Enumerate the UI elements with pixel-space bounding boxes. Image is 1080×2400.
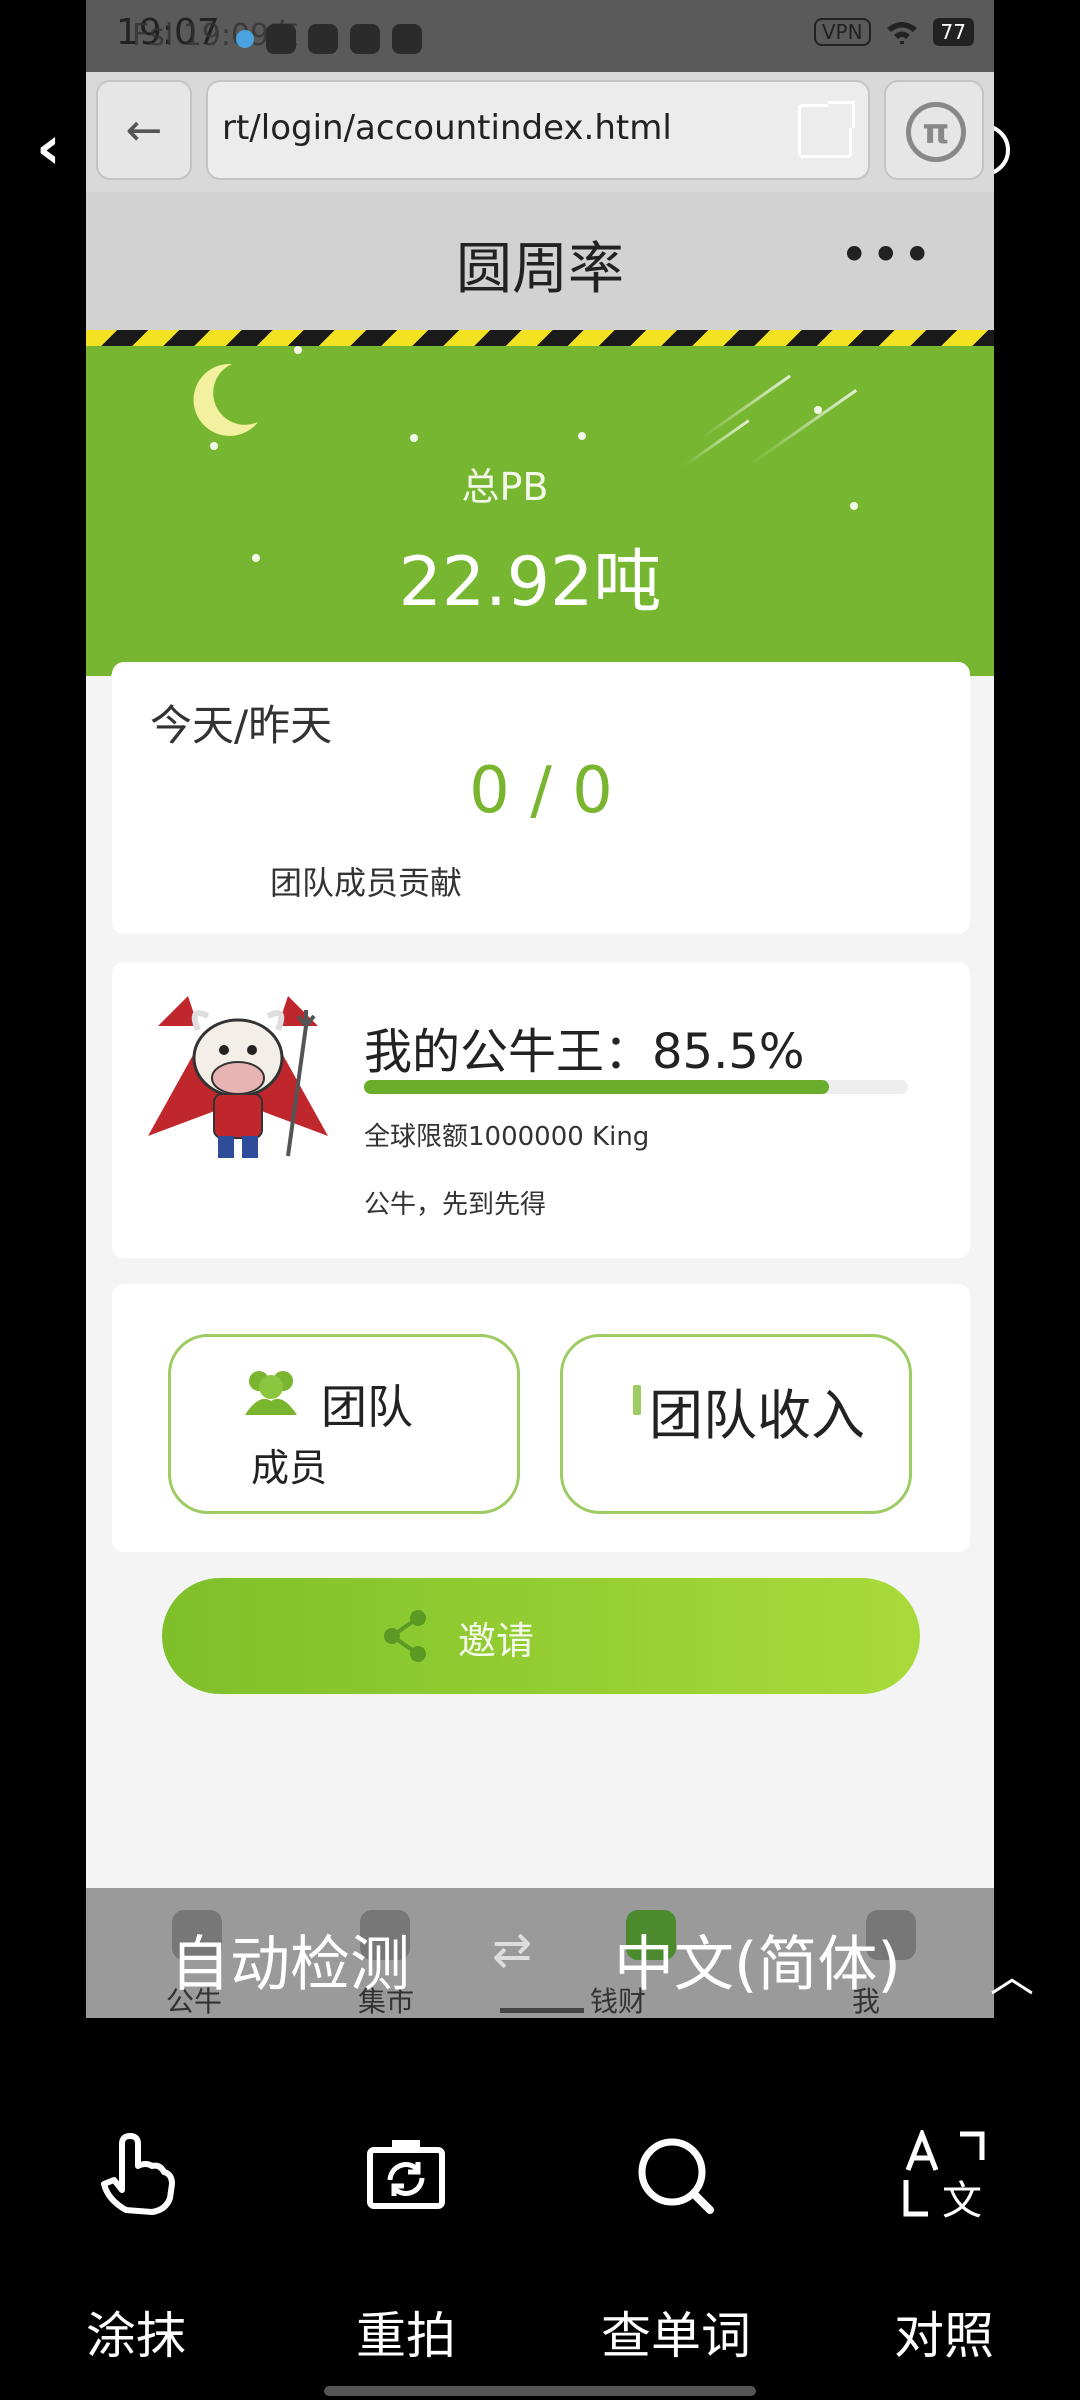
more-menu-button[interactable]: •••	[840, 226, 934, 284]
battery-level: 77	[932, 18, 974, 46]
bull-king-progress-fill	[364, 1080, 830, 1094]
search-icon[interactable]	[626, 2130, 726, 2220]
pi-logo-icon: π	[906, 102, 966, 162]
notification-app-icon	[266, 24, 296, 54]
hazard-stripe-divider	[86, 330, 994, 346]
status-notification-icons	[236, 24, 422, 54]
star-decoration	[410, 434, 418, 442]
invite-button[interactable]: 邀请	[162, 1578, 920, 1694]
today-yesterday-card: 今天/昨天 0 / 0 团队成员贡献	[112, 662, 970, 934]
first-come-note: 公牛，先到先得	[364, 1190, 547, 1220]
smear-tool-label[interactable]: 涂抹	[36, 2296, 236, 2368]
team-members-button[interactable]: 团队 成员	[168, 1334, 520, 1514]
url-text: rt/login/accountindex.html	[222, 108, 672, 148]
team-members-label-2: 成员	[251, 1446, 328, 1490]
global-limit-text: 全球限额1000000 King	[364, 1122, 650, 1152]
team-card: 团队 成员 团队收入	[112, 1284, 970, 1552]
hero-banner: 总PB 22.92吨	[86, 346, 994, 722]
retake-tool-label[interactable]: 重拍	[306, 2296, 506, 2368]
bull-king-card: 我的公牛王：85.5% 全球限额1000000 King 公牛，先到先得	[112, 962, 970, 1258]
team-contribution-label: 团队成员贡献	[270, 864, 463, 902]
translation-language-bar: 自动检测 ⇄ 中文(简体)	[86, 1888, 994, 2018]
today-yesterday-value: 0 / 0	[469, 754, 613, 828]
bull-king-title: 我的公牛王：85.5%	[364, 1024, 805, 1080]
crescent-moon-icon	[193, 363, 258, 436]
back-arrow-icon: ←	[125, 104, 163, 156]
invite-label: 邀请	[458, 1619, 535, 1663]
source-language-button[interactable]: 自动检测	[170, 1916, 410, 2003]
status-right-icons: VPN 77	[813, 18, 974, 46]
open-external-icon[interactable]	[798, 101, 855, 158]
team-people-icon	[245, 1371, 297, 1415]
swap-languages-icon[interactable]: ⇄	[492, 1922, 532, 1978]
wifi-icon	[886, 22, 917, 44]
notification-app-icon	[392, 24, 422, 54]
meteor-decoration	[699, 374, 791, 441]
pi-browser-button[interactable]: π	[884, 80, 984, 180]
status-bar: 19:07 Fsl 19:09东 VPN 77	[86, 0, 994, 72]
svg-text:文: 文	[942, 2178, 982, 2220]
browser-back-button[interactable]: ←	[96, 80, 192, 180]
url-field[interactable]: rt/login/accountindex.html	[206, 80, 870, 180]
star-decoration	[210, 442, 218, 450]
notification-chat-icon	[350, 24, 380, 54]
today-yesterday-heading: 今天/昨天	[150, 701, 333, 750]
target-language-button[interactable]: 中文(简体)	[614, 1916, 901, 2003]
browser-address-bar: ← rt/login/accountindex.html π	[86, 72, 994, 192]
vpn-badge: VPN	[813, 18, 871, 46]
total-pb-value: 22.92吨	[398, 543, 662, 622]
bull-king-avatar	[148, 996, 328, 1158]
team-members-label-1: 团队	[321, 1380, 413, 1434]
camera-retake-icon[interactable]	[356, 2130, 456, 2220]
bull-king-progress-track	[364, 1080, 908, 1094]
back-chevron-button[interactable]: ‹	[36, 118, 86, 178]
star-decoration	[578, 432, 586, 440]
notification-app-icon	[308, 24, 338, 54]
share-icon	[384, 1610, 426, 1662]
translate-compare-icon[interactable]: 文	[894, 2130, 994, 2220]
home-indicator	[324, 2386, 756, 2396]
total-pb-label: 总PB	[461, 465, 549, 509]
income-marker-icon	[633, 1385, 641, 1415]
team-income-button[interactable]: 团队收入	[560, 1334, 912, 1514]
meteor-decoration	[748, 388, 858, 467]
team-income-label: 团队收入	[649, 1384, 865, 1447]
lookup-word-tool-label[interactable]: 查单词	[576, 2296, 776, 2368]
captured-screenshot: 19:07 Fsl 19:09东 VPN 77 ← rt/login/accou…	[86, 0, 994, 2018]
compare-tool-label[interactable]: 对照	[844, 2296, 1044, 2368]
notification-dot-icon	[236, 30, 254, 48]
star-decoration	[294, 346, 302, 354]
page-header: 圆周率 •••	[86, 192, 994, 330]
collapse-chevron-icon[interactable]: ︿	[990, 1940, 1034, 2004]
hand-pointer-icon[interactable]	[86, 2130, 186, 2220]
